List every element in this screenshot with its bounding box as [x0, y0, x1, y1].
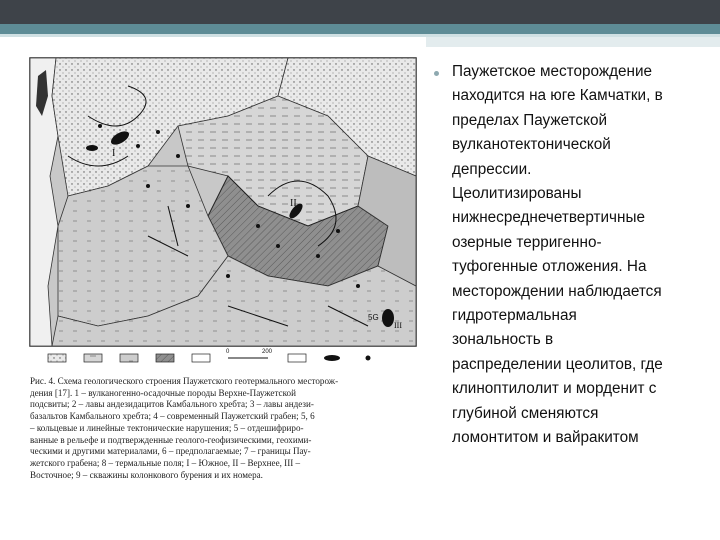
field-label-east: III — [394, 321, 402, 330]
map-legend: 0 200 — [42, 349, 402, 364]
well-label: 5G — [368, 313, 379, 322]
scale-end: 200 — [262, 349, 273, 355]
geologic-map: I II III 5G 0 200 — [29, 57, 417, 364]
field-label-upper: II — [290, 198, 297, 209]
header-corner-block — [426, 37, 720, 47]
bullet-icon — [434, 71, 439, 76]
top-banner — [0, 0, 720, 24]
field-label-south: I — [112, 148, 115, 159]
geologic-figure: I II III 5G 0 200 Рис. 4. Схема геологич… — [28, 56, 420, 488]
thermal-field-small — [86, 145, 98, 151]
accent-stripe — [0, 24, 720, 34]
bullet-text: Паужетское месторождение находится на юг… — [452, 63, 663, 447]
figure-caption: Рис. 4. Схема геологического строения Па… — [30, 376, 339, 480]
thermal-field-east — [382, 309, 394, 327]
